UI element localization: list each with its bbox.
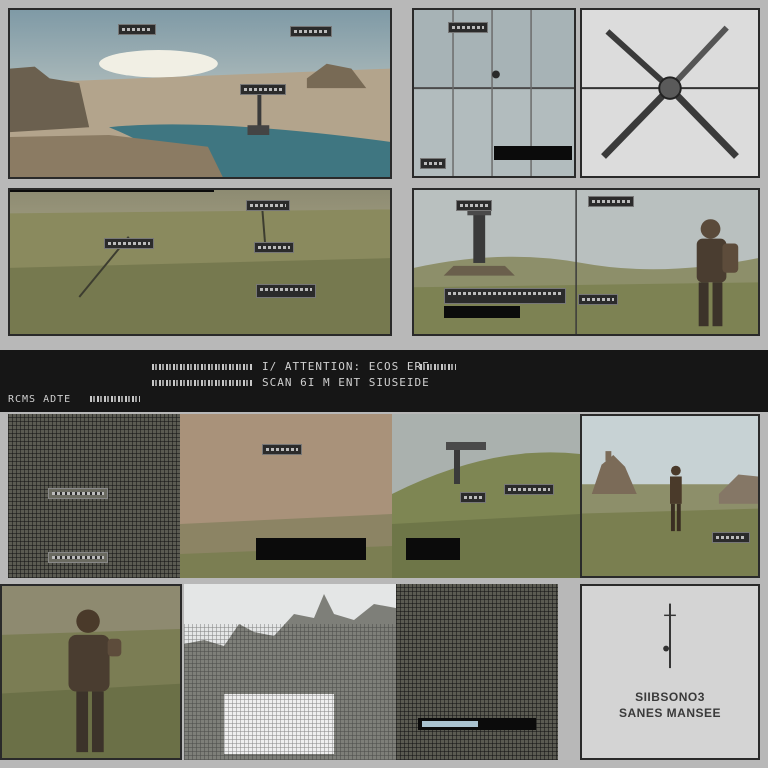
grid-texture bbox=[396, 584, 558, 760]
hud-label bbox=[48, 552, 108, 563]
status-bar bbox=[406, 538, 460, 560]
hud-label bbox=[460, 492, 486, 503]
hud-label bbox=[256, 284, 316, 298]
hud-label bbox=[444, 288, 566, 304]
band-title: I/ ATTENTION: ECOS ERE bbox=[262, 360, 430, 373]
status-bar bbox=[444, 306, 520, 318]
hud-label bbox=[712, 532, 750, 543]
hud-label bbox=[588, 196, 634, 207]
panel-wind-turbine[interactable] bbox=[580, 8, 760, 178]
soldier-portrait-image bbox=[2, 586, 180, 758]
panel-soldier-portrait[interactable] bbox=[0, 584, 182, 760]
castle-walker-image bbox=[582, 416, 758, 576]
hud-label bbox=[254, 242, 294, 253]
panel-sand-field[interactable] bbox=[180, 414, 392, 578]
hud-label bbox=[246, 200, 290, 211]
wind-turbine-icon bbox=[582, 10, 758, 176]
panel-hill-tower[interactable] bbox=[392, 414, 580, 578]
panel-grid-texture[interactable] bbox=[8, 414, 180, 578]
panel-tower-soldier[interactable] bbox=[412, 188, 760, 336]
title-bar bbox=[10, 190, 214, 192]
ticker-small bbox=[90, 396, 140, 402]
ticker-left bbox=[152, 380, 252, 386]
hud-label bbox=[240, 84, 286, 95]
caption-line1: SIIBSONO3 bbox=[635, 690, 705, 704]
grid-overlay bbox=[184, 624, 396, 760]
panel-grass-plain[interactable] bbox=[8, 188, 392, 336]
hud-label bbox=[104, 238, 154, 249]
panel-castle-walker[interactable] bbox=[580, 414, 760, 578]
ticker-right bbox=[420, 364, 456, 370]
hud-label bbox=[118, 24, 156, 35]
hud-label bbox=[578, 294, 618, 305]
status-bar bbox=[494, 146, 572, 160]
hud-label bbox=[420, 158, 446, 169]
panel-window-view[interactable] bbox=[412, 8, 576, 178]
hud-label bbox=[48, 488, 108, 499]
hud-label bbox=[448, 22, 488, 33]
hud-label bbox=[262, 444, 302, 455]
hud-label bbox=[456, 200, 492, 211]
radio-tower-icon bbox=[663, 603, 676, 669]
status-bar bbox=[256, 538, 366, 560]
grass-plain-image bbox=[10, 190, 390, 334]
band-left-code: RCMS ADTE bbox=[8, 394, 72, 405]
band-subtitle: SCAN 6I M ENT SIUSEIDE bbox=[262, 376, 430, 389]
panel-coastal-landscape[interactable] bbox=[8, 8, 392, 179]
hud-label bbox=[504, 484, 554, 495]
caption-line2: SANES MANSEE bbox=[618, 706, 722, 720]
ticker-left bbox=[152, 364, 252, 370]
progress-fill bbox=[422, 721, 478, 727]
hud-label bbox=[290, 26, 332, 37]
panel-city-skyline[interactable] bbox=[184, 584, 396, 760]
info-band: I/ ATTENTION: ECOS ERE SCAN 6I M ENT SIU… bbox=[0, 350, 768, 412]
panel-caption[interactable]: SIIBSONO3 SANES MANSEE bbox=[580, 584, 760, 760]
panel-grid-screen[interactable] bbox=[396, 584, 558, 760]
coastal-landscape-image bbox=[10, 10, 390, 177]
